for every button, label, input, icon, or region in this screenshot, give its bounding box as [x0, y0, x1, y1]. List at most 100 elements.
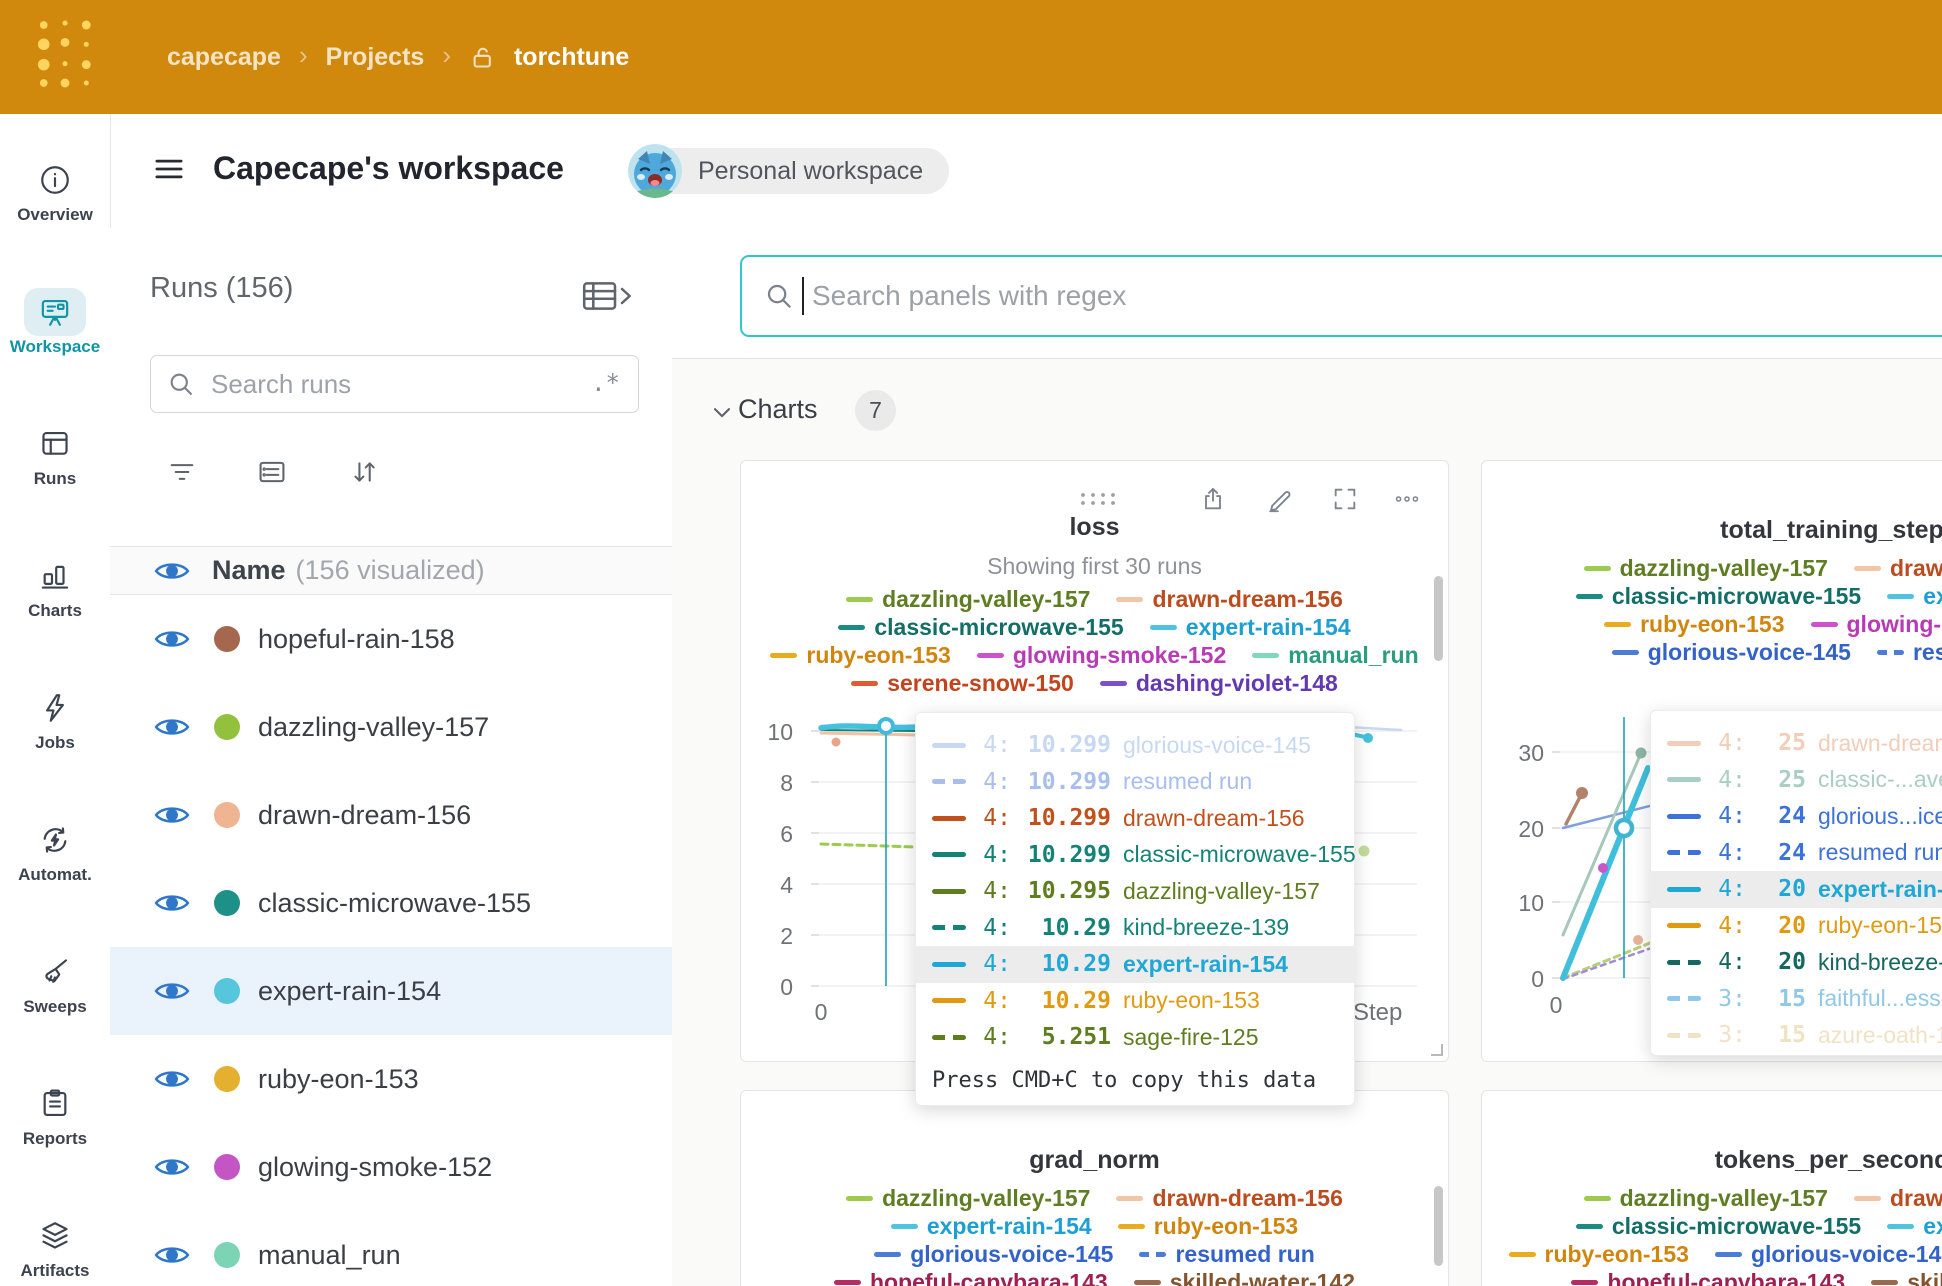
- legend-item[interactable]: dashing-violet-148: [1100, 670, 1338, 697]
- runs-table-expand-icon[interactable]: [580, 276, 636, 321]
- chart-title: total_training_step: [1482, 516, 1942, 545]
- chevron-down-icon[interactable]: [708, 398, 736, 426]
- legend-row: dazzling-valley-157 drawn-dream-156: [1488, 1184, 1942, 1212]
- run-row[interactable]: ruby-eon-153: [110, 1035, 672, 1123]
- sidebar-item-reports[interactable]: Reports: [0, 1080, 110, 1149]
- run-row[interactable]: manual_run: [110, 1211, 672, 1286]
- drag-handle-icon[interactable]: [1077, 491, 1119, 512]
- legend-item[interactable]: glorious-voice-145: [1715, 1241, 1942, 1268]
- eye-icon[interactable]: [154, 715, 190, 739]
- legend-item[interactable]: expert-rain-154: [1887, 583, 1942, 610]
- legend-item[interactable]: expert-rain-154: [891, 1213, 1092, 1240]
- eye-icon[interactable]: [154, 559, 190, 583]
- personal-workspace-badge: Personal workspace: [650, 148, 949, 194]
- sidebar-item-automat[interactable]: Automat.: [0, 816, 110, 885]
- legend-item[interactable]: dazzling-valley-157: [846, 1185, 1090, 1212]
- legend-item[interactable]: glowing-smoke-152: [1811, 611, 1942, 638]
- legend-item[interactable]: drawn-dream-156: [1116, 1185, 1342, 1212]
- legend-scrollbar[interactable]: [1434, 1186, 1443, 1266]
- tooltip-line-swatch: [932, 816, 966, 821]
- legend-item[interactable]: expert-rain-154: [1150, 614, 1351, 641]
- eye-icon[interactable]: [154, 1155, 190, 1179]
- legend-item[interactable]: glorious-voice-145: [1612, 639, 1851, 666]
- run-name: glowing-smoke-152: [258, 1152, 492, 1183]
- legend-line-swatch: [1854, 1196, 1881, 1201]
- tooltip-step: 4:: [979, 988, 1011, 1014]
- legend-item[interactable]: resumed run: [1139, 1241, 1314, 1268]
- group-list-icon[interactable]: [256, 456, 290, 490]
- run-row[interactable]: classic-microwave-155: [110, 859, 672, 947]
- legend-item[interactable]: ruby-eon-153: [1118, 1213, 1298, 1240]
- eye-icon[interactable]: [154, 803, 190, 827]
- x-axis-tick: 0: [1546, 992, 1566, 1019]
- run-row[interactable]: hopeful-rain-158: [110, 595, 672, 683]
- sidebar-item-runs[interactable]: Runs: [0, 420, 110, 489]
- breadcrumb-projects[interactable]: Projects: [326, 43, 425, 72]
- sort-icon[interactable]: [348, 456, 382, 490]
- eye-icon[interactable]: [154, 627, 190, 651]
- tooltip-row: 4:10.299drawn-dream-156: [916, 800, 1354, 837]
- legend-run-name: expert-rain-154: [1923, 1213, 1942, 1240]
- legend-item[interactable]: hopeful-capybara-143: [834, 1269, 1108, 1286]
- eye-icon[interactable]: [154, 1243, 190, 1267]
- legend-line-swatch: [838, 625, 865, 630]
- legend-item[interactable]: ruby-eon-153: [770, 642, 950, 669]
- legend-item[interactable]: skilled-water-142: [1134, 1269, 1355, 1286]
- tooltip-value: 10.299: [1023, 732, 1111, 758]
- run-row[interactable]: glowing-smoke-152: [110, 1123, 672, 1211]
- legend-item[interactable]: dazzling-valley-157: [1584, 555, 1828, 582]
- legend-item[interactable]: skilled-water-142: [1871, 1269, 1942, 1286]
- legend-item[interactable]: ruby-eon-153: [1604, 611, 1784, 638]
- legend-line-swatch: [1887, 1224, 1914, 1229]
- run-row[interactable]: dazzling-valley-157: [110, 683, 672, 771]
- regex-toggle[interactable]: .*: [591, 369, 620, 397]
- legend-item[interactable]: manual_run: [1252, 642, 1418, 669]
- clipboard-icon: [24, 1080, 86, 1128]
- legend-item[interactable]: resumed run: [1877, 639, 1942, 666]
- eye-icon[interactable]: [154, 1067, 190, 1091]
- legend-item[interactable]: hopeful-capybara-143: [1571, 1269, 1845, 1286]
- breadcrumb-entity[interactable]: capecape: [167, 43, 281, 72]
- legend-row: dazzling-valley-157 drawn-dream-156: [747, 1184, 1442, 1212]
- tooltip-row: 4:25drawn-dream-1: [1651, 725, 1942, 762]
- legend-item[interactable]: classic-microwave-155: [838, 614, 1123, 641]
- sidebar-item-overview[interactable]: Overview: [0, 156, 110, 225]
- tooltip-run-name: drawn-dream-156: [1123, 805, 1305, 832]
- filter-icon[interactable]: [166, 456, 200, 490]
- legend-item[interactable]: dazzling-valley-157: [846, 586, 1090, 613]
- sidebar-item-charts[interactable]: Charts: [0, 552, 110, 621]
- avatar[interactable]: [628, 144, 682, 198]
- legend-item[interactable]: expert-rain-154: [1887, 1213, 1942, 1240]
- panel-search-input[interactable]: [810, 265, 1814, 327]
- runs-search-input[interactable]: [209, 360, 573, 408]
- tooltip-line-swatch: [1667, 814, 1701, 819]
- legend-item[interactable]: drawn-dream-156: [1116, 586, 1342, 613]
- legend-item[interactable]: classic-microwave-155: [1576, 1213, 1861, 1240]
- run-row[interactable]: drawn-dream-156: [110, 771, 672, 859]
- legend-item[interactable]: ruby-eon-153: [1509, 1241, 1689, 1268]
- eye-icon[interactable]: [154, 891, 190, 915]
- hamburger-menu-icon[interactable]: [152, 152, 190, 190]
- legend-item[interactable]: dazzling-valley-157: [1584, 1185, 1828, 1212]
- tooltip-row: 4:5.251sage-fire-125: [916, 1019, 1354, 1056]
- legend-item[interactable]: glowing-smoke-152: [977, 642, 1226, 669]
- chart-title: tokens_per_second: [1482, 1146, 1942, 1175]
- wandb-logo[interactable]: [36, 16, 94, 97]
- legend-item[interactable]: classic-microwave-155: [1576, 583, 1861, 610]
- sidebar-item-jobs[interactable]: Jobs: [0, 684, 110, 753]
- sidebar-item-sweeps[interactable]: Sweeps: [0, 948, 110, 1017]
- legend-item[interactable]: drawn-dream-156: [1854, 1185, 1942, 1212]
- panel-resize-handle[interactable]: [1431, 1044, 1443, 1056]
- panel-grad-norm: grad_norm dazzling-valley-157drawn-dream…: [740, 1090, 1449, 1286]
- sidebar-item-artifacts[interactable]: Artifacts: [0, 1212, 110, 1281]
- chart-legend: dazzling-valley-157 drawn-dream-156classi…: [1488, 1184, 1942, 1286]
- eye-icon[interactable]: [154, 979, 190, 1003]
- legend-line-swatch: [874, 1252, 901, 1257]
- breadcrumb-project-name[interactable]: torchtune: [514, 43, 629, 72]
- legend-item[interactable]: glorious-voice-145: [874, 1241, 1113, 1268]
- legend-item[interactable]: serene-snow-150: [851, 670, 1074, 697]
- legend-scrollbar[interactable]: [1434, 576, 1443, 661]
- run-row[interactable]: expert-rain-154: [110, 947, 672, 1035]
- legend-item[interactable]: drawn-dream-156: [1854, 555, 1942, 582]
- sidebar-item-workspace[interactable]: Workspace: [0, 288, 110, 357]
